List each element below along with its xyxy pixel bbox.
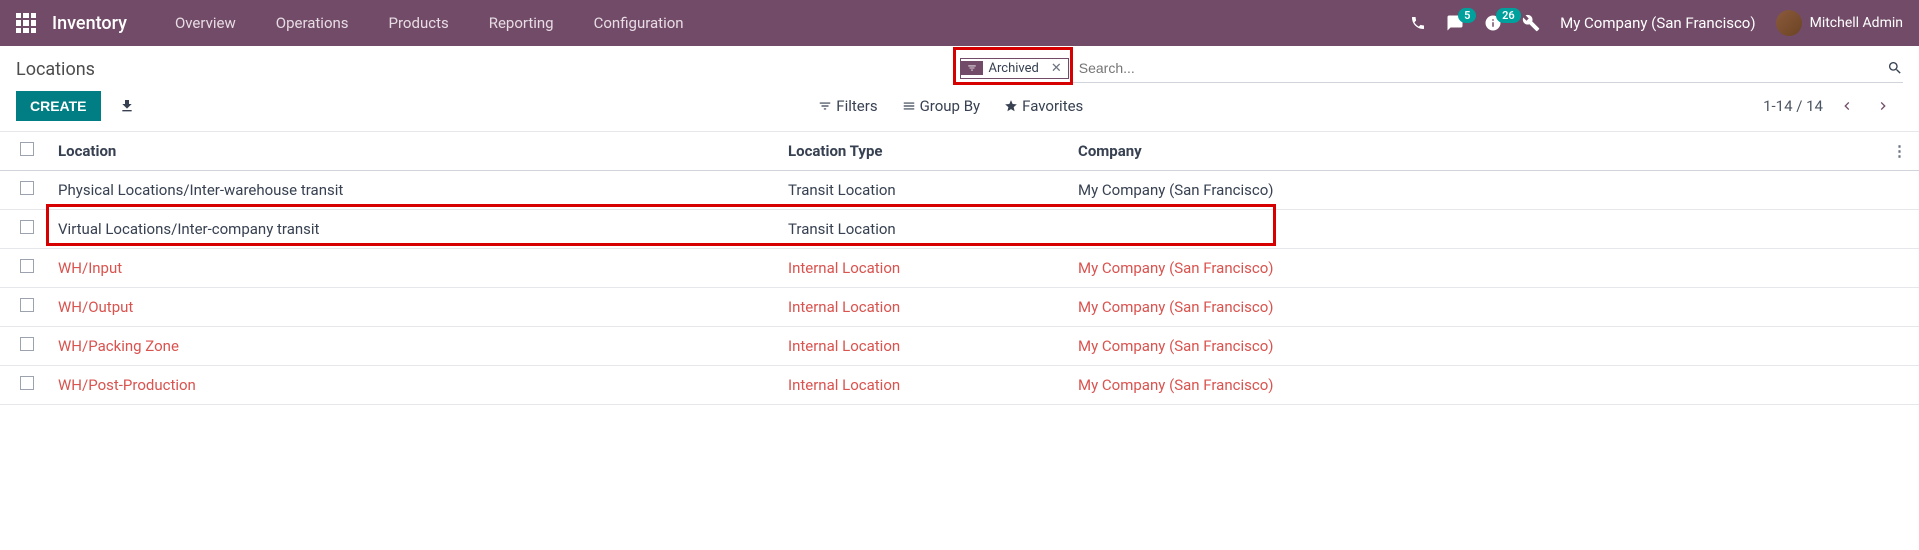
search-input[interactable] [1075, 56, 1887, 80]
avatar [1776, 10, 1802, 36]
table-row[interactable]: WH/Packing ZoneInternal LocationMy Compa… [0, 327, 1919, 366]
table-header-row: Location Location Type Company ⋮ [0, 132, 1919, 171]
download-icon[interactable] [115, 94, 139, 118]
topbar: Inventory Overview Operations Products R… [0, 0, 1919, 46]
cell-location[interactable]: WH/Output [46, 288, 776, 327]
cell-company[interactable] [1066, 210, 1880, 249]
col-header-company[interactable]: Company [1066, 132, 1880, 171]
control-panel: Locations Archived ✕ CREATE Filters [0, 46, 1919, 131]
row-checkbox[interactable] [20, 298, 34, 312]
nav-overview[interactable]: Overview [159, 6, 252, 40]
row-checkbox[interactable] [20, 376, 34, 390]
cell-type[interactable]: Internal Location [776, 249, 1066, 288]
cell-type[interactable]: Transit Location [776, 171, 1066, 210]
phone-icon[interactable] [1410, 15, 1426, 31]
cell-type[interactable]: Internal Location [776, 327, 1066, 366]
user-name: Mitchell Admin [1810, 15, 1903, 31]
search-icon[interactable] [1887, 60, 1903, 76]
tools-icon[interactable] [1522, 14, 1540, 32]
cell-location[interactable]: WH/Input [46, 249, 776, 288]
topbar-right: 5 26 My Company (San Francisco) Mitchell… [1410, 10, 1903, 36]
col-header-type[interactable]: Location Type [776, 132, 1066, 171]
messages-badge: 5 [1458, 8, 1476, 23]
table-wrap: Location Location Type Company ⋮ Physica… [0, 132, 1919, 405]
table-row[interactable]: WH/Post-ProductionInternal LocationMy Co… [0, 366, 1919, 405]
filters-label: Filters [836, 97, 877, 115]
cell-type[interactable]: Internal Location [776, 288, 1066, 327]
cell-location[interactable]: Physical Locations/Inter-warehouse trans… [46, 171, 776, 210]
cell-type[interactable]: Internal Location [776, 366, 1066, 405]
favorites-button[interactable]: Favorites [1004, 97, 1083, 115]
messages-icon[interactable]: 5 [1446, 14, 1464, 32]
cell-company[interactable]: My Company (San Francisco) [1066, 249, 1880, 288]
cell-location[interactable]: WH/Post-Production [46, 366, 776, 405]
col-header-location[interactable]: Location [46, 132, 776, 171]
groupby-label: Group By [920, 97, 981, 115]
nav-products[interactable]: Products [373, 6, 465, 40]
groupby-button[interactable]: Group By [902, 97, 981, 115]
cell-company[interactable]: My Company (San Francisco) [1066, 288, 1880, 327]
table-row[interactable]: WH/OutputInternal LocationMy Company (Sa… [0, 288, 1919, 327]
filters-button[interactable]: Filters [818, 97, 877, 115]
row-checkbox[interactable] [20, 259, 34, 273]
cell-type[interactable]: Transit Location [776, 210, 1066, 249]
table-row[interactable]: WH/InputInternal LocationMy Company (San… [0, 249, 1919, 288]
row-checkbox[interactable] [20, 220, 34, 234]
filter-icon [961, 61, 983, 75]
cell-company[interactable]: My Company (San Francisco) [1066, 327, 1880, 366]
cell-location[interactable]: WH/Packing Zone [46, 327, 776, 366]
create-button[interactable]: CREATE [16, 91, 101, 121]
cell-location[interactable]: Virtual Locations/Inter-company transit [46, 210, 776, 249]
company-selector[interactable]: My Company (San Francisco) [1560, 14, 1755, 32]
brand-title[interactable]: Inventory [52, 13, 127, 34]
pager: 1-14 / 14 [1763, 94, 1903, 118]
column-options-icon[interactable]: ⋮ [1892, 142, 1907, 160]
locations-table: Location Location Type Company ⋮ Physica… [0, 132, 1919, 405]
favorites-label: Favorites [1022, 97, 1083, 115]
filter-tag-archived[interactable]: Archived ✕ [960, 58, 1069, 79]
search-toolbar: Filters Group By Favorites [818, 97, 1083, 115]
nav-operations[interactable]: Operations [260, 6, 365, 40]
filter-tag-remove[interactable]: ✕ [1045, 59, 1068, 78]
search-area: Archived ✕ [960, 56, 1904, 83]
table-row[interactable]: Physical Locations/Inter-warehouse trans… [0, 171, 1919, 210]
apps-icon[interactable] [16, 13, 36, 33]
pager-prev-icon[interactable] [1835, 94, 1859, 118]
select-all-checkbox[interactable] [20, 142, 34, 156]
main-nav: Overview Operations Products Reporting C… [159, 6, 700, 40]
nav-configuration[interactable]: Configuration [578, 6, 700, 40]
nav-reporting[interactable]: Reporting [473, 6, 570, 40]
filter-tag-label: Archived [983, 59, 1045, 78]
row-checkbox[interactable] [20, 337, 34, 351]
page-title: Locations [16, 59, 960, 80]
table-row[interactable]: Virtual Locations/Inter-company transitT… [0, 210, 1919, 249]
activity-icon[interactable]: 26 [1484, 14, 1502, 32]
user-menu[interactable]: Mitchell Admin [1776, 10, 1903, 36]
pager-text: 1-14 / 14 [1763, 97, 1823, 115]
row-checkbox[interactable] [20, 181, 34, 195]
cell-company[interactable]: My Company (San Francisco) [1066, 366, 1880, 405]
pager-next-icon[interactable] [1871, 94, 1895, 118]
cell-company[interactable]: My Company (San Francisco) [1066, 171, 1880, 210]
activity-badge: 26 [1496, 8, 1521, 23]
